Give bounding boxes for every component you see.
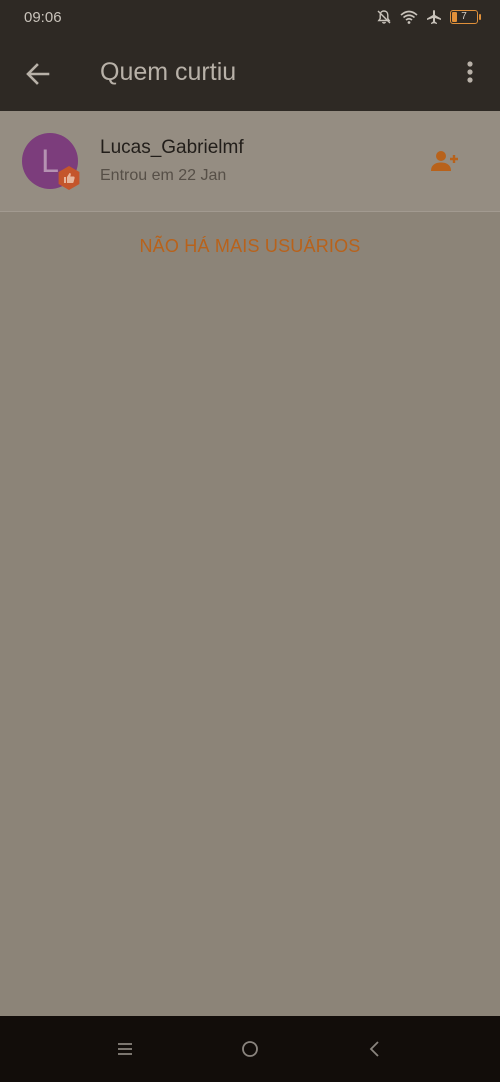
system-nav-bar — [0, 1016, 500, 1082]
status-bar: 09:06 7 — [0, 0, 500, 34]
battery-icon: 7 — [450, 10, 481, 24]
battery-level: 7 — [461, 11, 467, 22]
app-bar: Quem curtiu — [0, 34, 500, 111]
back-icon[interactable] — [363, 1038, 387, 1060]
user-name[interactable]: Lucas_Gabrielmf — [100, 137, 244, 159]
no-more-users-message: NÃO HÁ MAIS USUÁRIOS — [139, 236, 361, 256]
list-item-user[interactable]: L Lucas_Gabrielmf Entrou em 22 Jan — [0, 111, 500, 212]
screen: 09:06 7 Quem curtiu L Lucas_Gabrielmf En… — [0, 0, 500, 1082]
arrow-left-icon[interactable] — [22, 58, 54, 90]
airplane-icon — [427, 10, 441, 24]
user-joined-date: Entrou em 22 Jan — [100, 167, 227, 184]
page-title: Quem curtiu — [100, 58, 237, 86]
status-time: 09:06 — [24, 8, 62, 26]
home-icon[interactable] — [238, 1038, 262, 1060]
more-vertical-icon[interactable] — [460, 58, 480, 90]
thumbs-up-icon — [58, 166, 80, 190]
status-icons: 7 — [376, 9, 481, 25]
add-user-icon[interactable] — [430, 147, 460, 177]
wifi-icon — [400, 10, 418, 24]
menu-icon[interactable] — [113, 1038, 137, 1060]
muted-bell-icon — [377, 10, 391, 24]
